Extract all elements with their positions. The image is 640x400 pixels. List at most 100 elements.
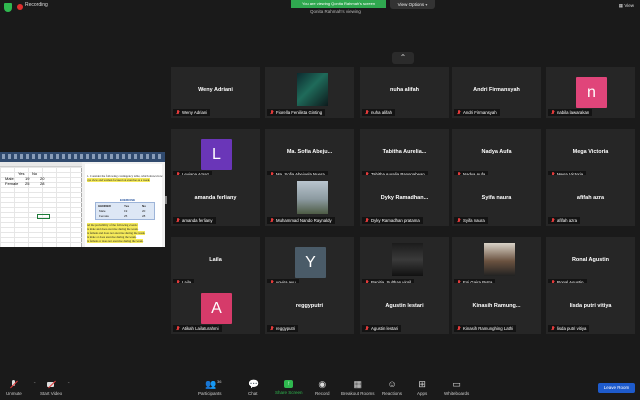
participant-avatar: A	[201, 293, 232, 324]
apps-button[interactable]: ⊞ Apps	[417, 380, 428, 397]
record-label: Record	[315, 391, 330, 396]
meeting-toolbar: Unmute ⌃ Start Video ⌃ 👥 Participants 36…	[0, 376, 640, 400]
doc-table-cell: 19	[124, 209, 128, 213]
participant-tile[interactable]: Nadya AufaNadya Aufa	[452, 129, 541, 180]
participant-name: Syifa naura	[463, 218, 485, 223]
view-options-button[interactable]: View Options ▾	[390, 0, 435, 9]
participant-name-label: Muhammad Nando Raynaldy	[267, 217, 335, 224]
participant-tile[interactable]: nuha alifah nuha alifah	[360, 67, 449, 118]
doc-table: GENDER Yes No Male 19 20 Female 25 28	[95, 202, 155, 220]
participant-tile[interactable]: Andri Firmansyah Andri Firmansyah	[452, 67, 541, 118]
participant-profile-photo	[484, 243, 515, 276]
cell-header-yes: Yes	[18, 171, 25, 176]
participant-tile[interactable]: Yyovira ayu	[265, 237, 354, 288]
leave-room-button[interactable]: Leave Room	[598, 383, 635, 393]
participant-tile[interactable]: Weny Adriani Weny Adriani	[171, 67, 260, 118]
viewing-label: Qonita Rahmah's viewing	[310, 9, 361, 14]
participant-tile[interactable]: Ronal AgustinRonal Agustin	[546, 237, 635, 288]
participant-tile[interactable]: LLeviana Azrez	[171, 129, 260, 180]
participant-name: nabila lawarakan	[557, 110, 590, 115]
start-video-label: Start Video	[40, 391, 63, 396]
participant-tile[interactable]: Ma. Sofia Abeju...Ma_Sofia Abejuela Nuer…	[265, 129, 354, 180]
view-button[interactable]: ▦ View	[619, 3, 634, 9]
chat-label: Chat	[248, 391, 258, 396]
shared-screen: Yes No Male 19 20 Female 25 28 1. Consid…	[0, 152, 165, 247]
doc-table-cell: Yes	[124, 204, 130, 208]
doc-table-cell: Male	[99, 209, 106, 213]
record-icon: ◉	[318, 379, 327, 389]
participant-name-label: lisda putri vitiya	[548, 325, 590, 332]
participant-tile[interactable]: Mega VictoriaMega Victoria	[546, 129, 635, 180]
muted-mic-icon	[365, 110, 369, 115]
apps-label: Apps	[417, 391, 428, 396]
participant-tile[interactable]: Egi Gaira Putra	[452, 237, 541, 288]
participant-tile[interactable]: Fiorella Fenilista Ginting	[265, 67, 354, 118]
chat-button[interactable]: 💬 Chat	[248, 380, 259, 397]
participant-tile[interactable]: Agustin lestari Agustin lestari	[360, 283, 449, 334]
recording-label: Recording	[25, 2, 48, 8]
participant-display-name: Syifa naura	[481, 195, 512, 201]
reactions-button[interactable]: ☺ Reactions	[382, 379, 402, 397]
view-label: View	[624, 3, 634, 8]
record-button[interactable]: ◉ Record	[315, 379, 330, 397]
participant-name: Agustin lestari	[371, 326, 398, 331]
participant-name-label: Kinasih Ramunghing Lathi	[454, 325, 517, 332]
participant-tile[interactable]: Muhammad Nando Raynaldy	[265, 175, 354, 226]
participant-name-label: amanda ferliany	[173, 217, 216, 224]
participant-display-name: afifah azra	[576, 195, 605, 201]
participant-name-label: Dyky Ramadhan pratama	[362, 217, 423, 224]
participant-tile[interactable]: Tabitha Aurelia...Tabitha Aurelia Pangga…	[360, 129, 449, 180]
participant-tile[interactable]: Panitia_Sulthan virgil	[360, 237, 449, 288]
participant-display-name: reggyputri	[295, 303, 324, 309]
share-screen-label: Share Screen	[275, 390, 303, 395]
participants-count: 36	[217, 379, 222, 384]
participant-name-label: Atikah Lailaturahmi	[173, 325, 222, 332]
share-screen-button[interactable]: ↑ Share Screen	[275, 380, 303, 395]
participant-tile[interactable]: n nabila lawarakan	[546, 67, 635, 118]
doc-table-cell: 25	[124, 214, 128, 218]
whiteboards-label: Whiteboards	[444, 391, 470, 396]
participant-name: afifah azra	[557, 218, 578, 223]
unmute-label: Unmute	[6, 391, 22, 396]
gallery-page-up-button[interactable]: ⌃	[392, 52, 414, 64]
reactions-icon: ☺	[387, 379, 397, 389]
doc-line: oys view and women focused on exercise a…	[87, 178, 150, 182]
cell-female-yes: 25	[25, 181, 30, 186]
muted-mic-icon	[270, 326, 274, 331]
chevron-down-icon: ▾	[425, 2, 428, 7]
audio-options-chevron-icon[interactable]: ⌃	[33, 381, 36, 386]
muted-mic-icon	[365, 326, 369, 331]
participant-display-name: Weny Adriani	[198, 87, 233, 93]
whiteboards-button[interactable]: ▭ Whiteboards	[444, 380, 470, 397]
participant-tile[interactable]: afifah azra afifah azra	[546, 175, 635, 226]
selected-cell	[37, 214, 50, 219]
participant-tile[interactable]: Syifa naura Syifa naura	[452, 175, 541, 226]
muted-mic-icon	[176, 326, 180, 331]
participant-name: Atikah Lailaturahmi	[182, 326, 219, 331]
doc-table-cell: 20	[142, 209, 146, 213]
doc-table-cell: 28	[142, 214, 146, 218]
participant-display-name: Mega Victoria	[572, 149, 609, 155]
breakout-rooms-button[interactable]: ▦ Breakout Rooms	[341, 380, 375, 397]
unmute-button[interactable]: Unmute	[6, 380, 22, 396]
security-shield-icon[interactable]	[4, 3, 12, 12]
participant-tile[interactable]: Dyky Ramadhan... Dyky Ramadhan pratama	[360, 175, 449, 226]
participant-name-label: reggyputri	[267, 325, 299, 332]
participant-tile[interactable]: amanda ferliany amanda ferliany	[171, 175, 260, 226]
muted-mic-icon	[551, 110, 555, 115]
participant-name-label: Weny Adriani	[173, 109, 211, 116]
participant-tile[interactable]: Kinasih Ramung... Kinasih Ramunghing Lath…	[452, 283, 541, 334]
shared-app-toolbar	[0, 152, 165, 162]
muted-mic-icon	[176, 218, 180, 223]
participant-tile[interactable]: reggyputri reggyputri	[265, 283, 354, 334]
participant-name-label: Agustin lestari	[362, 325, 401, 332]
participant-tile[interactable]: LailaLaila	[171, 237, 260, 288]
start-video-button[interactable]: Start Video	[40, 380, 62, 396]
toolbar-icons	[2, 154, 162, 159]
participant-tile[interactable]: A Atikah Lailaturahmi	[171, 283, 260, 334]
splitter-handle[interactable]	[165, 196, 167, 204]
participant-tile[interactable]: lisda putri vitiya lisda putri vitiya	[546, 283, 635, 334]
doc-table-cell: No	[142, 204, 146, 208]
participant-name: nuha alifah	[371, 110, 393, 115]
video-options-chevron-icon[interactable]: ⌃	[67, 381, 70, 386]
